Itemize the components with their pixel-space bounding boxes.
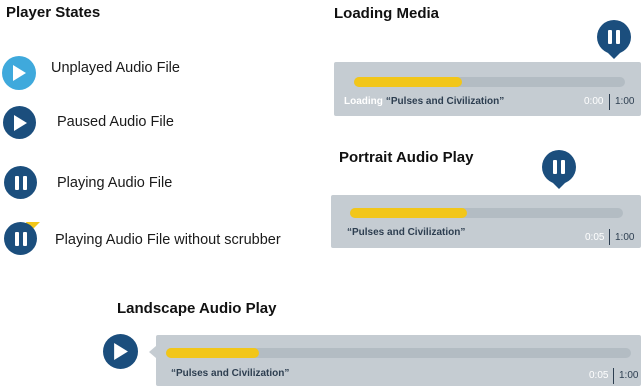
portrait-track-title: “Pulses and Civilization” bbox=[347, 227, 466, 238]
portrait-play-panel: “Pulses and Civilization” 0:05 1:00 bbox=[331, 195, 641, 248]
landscape-time-divider bbox=[613, 368, 614, 384]
play-icon bbox=[114, 343, 128, 360]
pause-icon bbox=[608, 30, 620, 44]
play-icon bbox=[13, 114, 27, 131]
portrait-progress-fill bbox=[350, 208, 468, 218]
playing-no-scrubber-label: Playing Audio File without scrubber bbox=[55, 232, 281, 248]
landscape-total-time: 1:00 bbox=[619, 370, 639, 381]
playing-no-scrubber-pause-button[interactable] bbox=[4, 222, 37, 255]
loading-elapsed-time: 0:00 bbox=[584, 96, 604, 107]
portrait-time-divider bbox=[609, 229, 610, 245]
portrait-pause-button[interactable] bbox=[542, 150, 576, 184]
paused-label: Paused Audio File bbox=[57, 114, 174, 130]
loading-progress-fill bbox=[354, 77, 463, 87]
loading-progress-track[interactable] bbox=[354, 77, 625, 87]
loading-track-name: “Pulses and Civilization” bbox=[385, 96, 505, 107]
paused-play-button[interactable] bbox=[3, 106, 36, 139]
playing-label: Playing Audio File bbox=[57, 175, 173, 191]
landscape-play-button[interactable] bbox=[103, 334, 138, 369]
portrait-progress-track[interactable] bbox=[350, 208, 623, 218]
landscape-elapsed-time: 0:05 bbox=[589, 370, 609, 381]
landscape-pointer-notch bbox=[149, 346, 156, 358]
landscape-progress-track[interactable] bbox=[166, 348, 631, 358]
loading-media-heading: Loading Media bbox=[334, 5, 439, 22]
loading-pointer-notch bbox=[608, 53, 620, 59]
portrait-play-heading: Portrait Audio Play bbox=[339, 149, 474, 166]
unplayed-label: Unplayed Audio File bbox=[51, 60, 180, 76]
portrait-total-time: 1:00 bbox=[615, 232, 635, 243]
landscape-progress-fill bbox=[166, 348, 259, 358]
pause-icon bbox=[553, 160, 565, 174]
portrait-elapsed-time: 0:05 bbox=[585, 232, 605, 243]
unplayed-play-button[interactable] bbox=[2, 56, 36, 90]
landscape-track-title: “Pulses and Civilization” bbox=[171, 368, 290, 379]
loading-media-panel: Loading “Pulses and Civilization” 0:00 1:… bbox=[334, 62, 641, 116]
pause-icon bbox=[14, 231, 27, 246]
loading-track-title: Loading “Pulses and Civilization” bbox=[344, 96, 504, 107]
landscape-play-heading: Landscape Audio Play bbox=[117, 300, 277, 317]
loading-total-time: 1:00 bbox=[615, 96, 635, 107]
portrait-pointer-notch bbox=[553, 183, 565, 189]
playing-pause-button[interactable] bbox=[4, 166, 37, 199]
play-icon bbox=[13, 65, 26, 81]
loading-time-divider bbox=[609, 94, 610, 110]
landscape-play-panel: “Pulses and Civilization” 0:05 1:00 bbox=[156, 335, 641, 386]
loading-status-word: Loading bbox=[344, 96, 383, 107]
loading-pause-button[interactable] bbox=[597, 20, 631, 54]
player-states-heading: Player States bbox=[6, 4, 101, 21]
pause-icon bbox=[14, 175, 27, 190]
